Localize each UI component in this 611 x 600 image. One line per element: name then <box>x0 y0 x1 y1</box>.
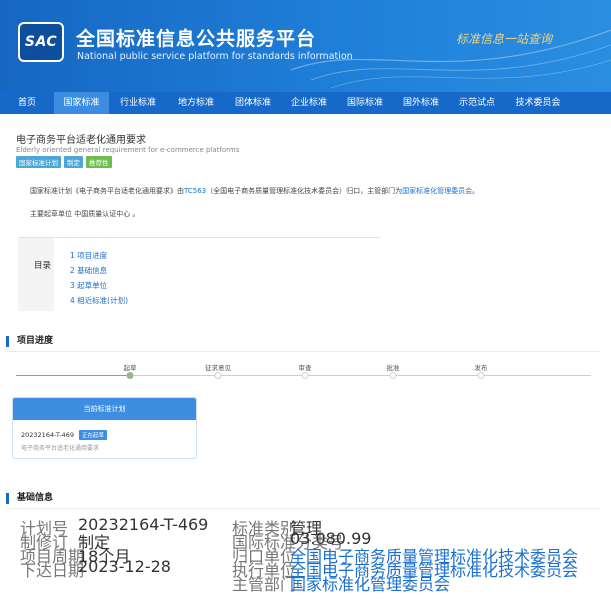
page-english-title: Elderly oriented general requirement for… <box>16 146 240 154</box>
nav-item-demo[interactable]: 示范试点 <box>449 92 505 114</box>
desc-tc-link[interactable]: TC563 <box>184 187 206 195</box>
toc-item-basic[interactable]: 2 基础信息 <box>70 263 128 278</box>
nav-item-home[interactable]: 首页 <box>0 92 54 114</box>
tag-plan: 国家标准计划 <box>16 156 61 168</box>
nav-item-local[interactable]: 地方标准 <box>167 92 225 114</box>
desc-suffix: 。 <box>472 187 480 195</box>
desc-middle: （全国电子商务质量管理标准化技术委员会）归口，主管部门为 <box>206 187 403 195</box>
sac-logo[interactable]: SAC <box>18 22 64 62</box>
step-label-publish: 发布 <box>474 364 488 372</box>
card-plan-code[interactable]: 20232164-T-469 <box>21 431 74 439</box>
nav-item-international[interactable]: 国际标准 <box>337 92 393 114</box>
standard-tags: 国家标准计划 制定 推荐性 <box>16 156 112 168</box>
main-nav: 首页 国家标准 行业标准 地方标准 团体标准 企业标准 国际标准 国外标准 示范… <box>0 92 611 114</box>
nav-item-committee[interactable]: 技术委员会 <box>505 92 571 114</box>
info-value-link[interactable]: 国家标准化管理委员会 <box>290 571 450 595</box>
tag-type: 制定 <box>64 156 83 168</box>
step-label-draft: 起草 <box>123 364 137 372</box>
nav-item-national[interactable]: 国家标准 <box>54 92 109 114</box>
toc-item-similar[interactable]: 4 相近标准(计划) <box>70 293 128 308</box>
page-title: 电子商务平台适老化通用要求 <box>16 135 146 146</box>
step-dot-approve <box>389 372 397 379</box>
step-label-review: 审查 <box>298 364 312 372</box>
step-dot-draft <box>126 372 134 379</box>
desc-dept-link[interactable]: 国家标准化管理委员会 <box>402 187 472 195</box>
section-divider <box>6 508 601 509</box>
step-dot-review <box>301 372 309 379</box>
standard-description: 国家标准计划《电子商务平台适老化通用要求》由TC563（全国电子商务质量管理标准… <box>30 186 590 196</box>
site-title: 全国标准信息公共服务平台 <box>76 28 317 50</box>
logo-text: SAC <box>24 34 58 50</box>
info-value: 2023-12-28 <box>78 557 171 576</box>
desc-prefix: 国家标准计划《电子商务平台适老化通用要求》由 <box>30 187 184 195</box>
card-plan-name: 电子商务平台适老化通用要求 <box>21 445 100 452</box>
step-label-approve: 批准 <box>386 364 400 372</box>
site-subtitle: National public service platform for sta… <box>77 51 353 62</box>
section-divider <box>6 351 601 352</box>
table-of-contents: 目录 1 项目进度 2 基础信息 3 起草单位 4 相近标准(计划) <box>18 237 380 311</box>
card-status-badge: 正在起草 <box>79 430 108 440</box>
section-progress-heading: 项目进度 <box>6 336 53 347</box>
step-label-comment: 征求意见 <box>205 364 231 372</box>
info-key: 下达日期 <box>20 561 85 580</box>
card-title: 当前标准计划 <box>13 398 196 420</box>
toc-label: 目录 <box>34 261 52 271</box>
nav-item-industry[interactable]: 行业标准 <box>109 92 167 114</box>
timeline-completed <box>16 375 130 376</box>
section-basic-heading: 基础信息 <box>6 493 53 504</box>
toc-item-progress[interactable]: 1 项目进度 <box>70 248 128 263</box>
site-header: SAC 全国标准信息公共服务平台 National public service… <box>0 0 611 92</box>
step-dot-publish <box>477 372 485 379</box>
toc-item-drafting[interactable]: 3 起草单位 <box>70 278 128 293</box>
info-key: 主管部门 <box>232 575 297 594</box>
step-dot-comment <box>214 372 222 379</box>
nav-item-group[interactable]: 团体标准 <box>225 92 281 114</box>
header-slogan: 标准信息一站查询 <box>456 32 553 46</box>
drafting-org: 主要起草单位 中国质量认证中心 。 <box>30 210 140 218</box>
current-plan-card: 当前标准计划 20232164-T-469 正在起草 电子商务平台适老化通用要求 <box>12 397 197 459</box>
nav-item-foreign[interactable]: 国外标准 <box>393 92 449 114</box>
nav-item-enterprise[interactable]: 企业标准 <box>281 92 337 114</box>
header-wave-decoration <box>291 29 611 89</box>
toc-list: 1 项目进度 2 基础信息 3 起草单位 4 相近标准(计划) <box>70 248 128 308</box>
tag-recommended: 推荐性 <box>86 156 112 168</box>
